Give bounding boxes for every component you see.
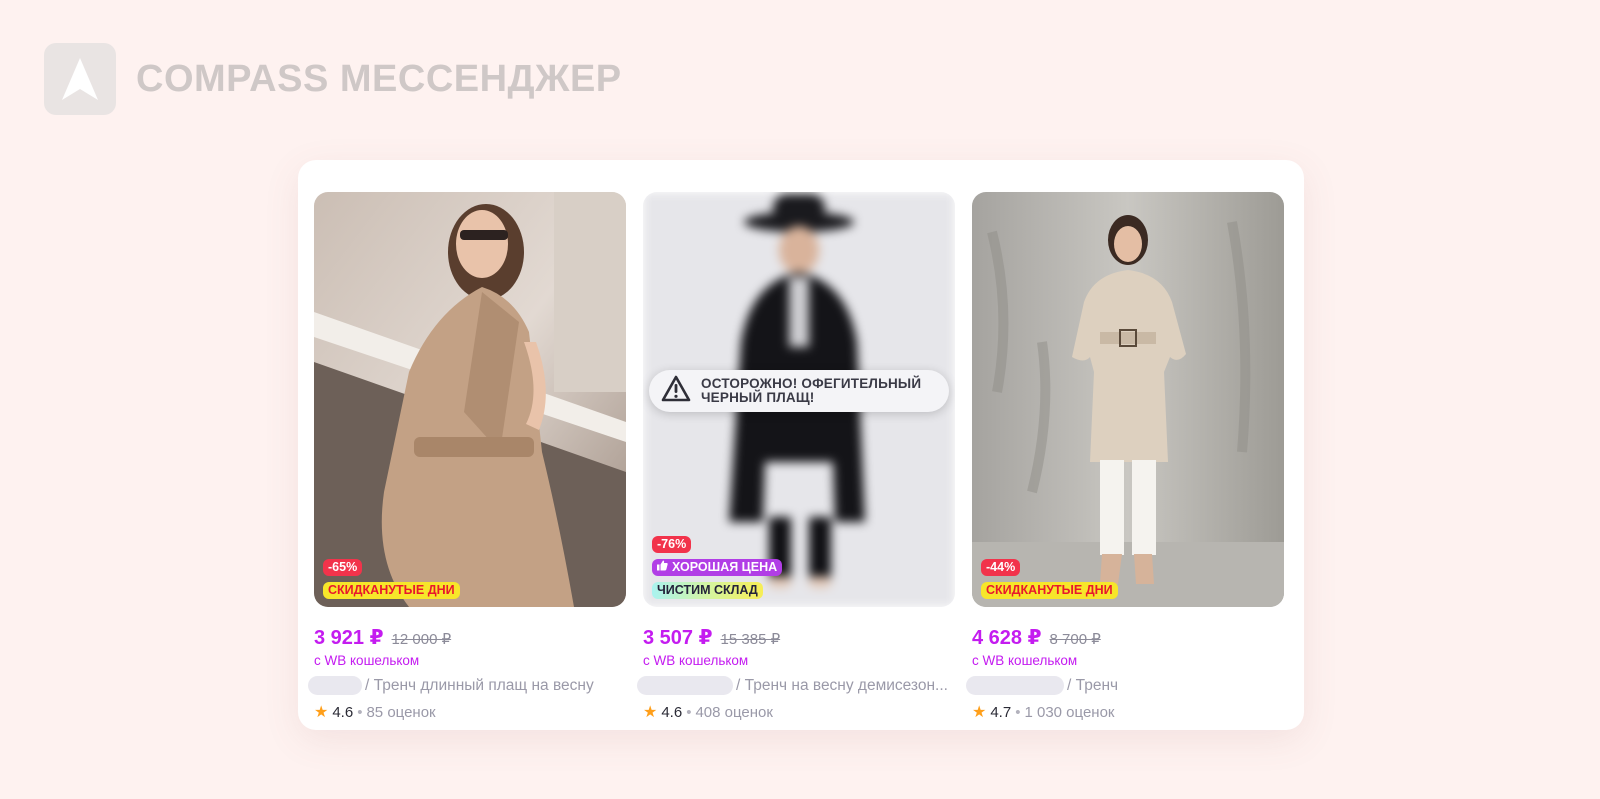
separator-dot: • <box>686 704 692 721</box>
warning-banner: ОСТОРОЖНО! ОФЕГИТЕЛЬНЫЙ ЧЕРНЫЙ ПЛАЩ! <box>649 370 949 412</box>
rating-value: 4.7 <box>990 704 1012 721</box>
review-count: 85 оценок <box>366 704 436 721</box>
product-title[interactable]: / Тренч длинный плащ на весну <box>308 676 626 695</box>
separator-dot: • <box>1015 704 1021 721</box>
compass-logo-icon <box>44 43 116 115</box>
product-photo[interactable]: -65% СКИДКАНУТЫЕ ДНИ <box>314 192 626 607</box>
good-price-badge: ХОРОШАЯ ЦЕНА <box>652 559 783 576</box>
price: 3 507 ₽ <box>643 627 713 649</box>
wallet-note: с WB кошельком <box>314 653 420 668</box>
review-count: 1 030 оценок <box>1024 704 1115 721</box>
promo-badge: СКИДКАНУТЫЕ ДНИ <box>323 582 460 599</box>
old-price: 15 385 ₽ <box>720 631 781 648</box>
product-title[interactable]: / Тренч <box>966 676 1284 695</box>
rating: ★ 4.6 • 408 оценок <box>643 704 955 721</box>
price: 4 628 ₽ <box>972 627 1042 649</box>
price: 3 921 ₽ <box>314 627 384 649</box>
warning-triangle-icon <box>661 375 691 407</box>
rating-value: 4.6 <box>661 704 683 721</box>
product-photo[interactable]: ОСТОРОЖНО! ОФЕГИТЕЛЬНЫЙ ЧЕРНЫЙ ПЛАЩ! -76… <box>643 192 955 607</box>
product-card-2[interactable]: ОСТОРОЖНО! ОФЕГИТЕЛЬНЫЙ ЧЕРНЫЙ ПЛАЩ! -76… <box>637 192 955 721</box>
brand-header: COMPASS МЕССЕНДЖЕР <box>44 43 622 115</box>
separator-dot: • <box>357 704 363 721</box>
warning-line-2: ЧЕРНЫЙ ПЛАЩ! <box>701 390 815 405</box>
old-price: 8 700 ₽ <box>1049 631 1101 648</box>
star-icon: ★ <box>972 703 987 721</box>
product-card-1[interactable]: -65% СКИДКАНУТЫЕ ДНИ 3 921 ₽ 12 000 ₽ с … <box>308 192 626 721</box>
product-title[interactable]: / Тренч на весну демисезон... <box>637 676 955 695</box>
discount-badge: -44% <box>981 559 1021 576</box>
brand-name-placeholder <box>308 676 362 695</box>
product-photo[interactable]: -44% СКИДКАНУТЫЕ ДНИ <box>972 192 1284 607</box>
product-carousel: -65% СКИДКАНУТЫЕ ДНИ 3 921 ₽ 12 000 ₽ с … <box>298 160 1304 730</box>
review-count: 408 оценок <box>695 704 773 721</box>
wallet-note: с WB кошельком <box>643 653 749 668</box>
star-icon: ★ <box>643 703 658 721</box>
rating: ★ 4.7 • 1 030 оценок <box>972 704 1284 721</box>
warning-line-1: ОСТОРОЖНО! ОФЕГИТЕЛЬНЫЙ <box>701 376 922 391</box>
good-price-label: ХОРОШАЯ ЦЕНА <box>672 560 778 574</box>
rating-value: 4.6 <box>332 704 354 721</box>
rating: ★ 4.6 • 85 оценок <box>314 704 626 721</box>
brand-title: COMPASS МЕССЕНДЖЕР <box>136 57 622 100</box>
star-icon: ★ <box>314 703 329 721</box>
old-price: 12 000 ₽ <box>391 631 452 648</box>
product-card-3[interactable]: -44% СКИДКАНУТЫЕ ДНИ 4 628 ₽ 8 700 ₽ с W… <box>966 192 1284 721</box>
discount-badge: -76% <box>652 536 692 553</box>
brand-name-placeholder <box>966 676 1064 695</box>
promo-badge: ЧИСТИМ СКЛАД <box>652 582 763 599</box>
product-title-text: / Тренч длинный плащ на весну <box>365 676 594 694</box>
product-title-text: / Тренч на весну демисезон... <box>736 676 948 694</box>
thumbs-up-icon <box>657 559 668 576</box>
discount-badge: -65% <box>323 559 363 576</box>
brand-name-placeholder <box>637 676 733 695</box>
promo-badge: СКИДКАНУТЫЕ ДНИ <box>981 582 1118 599</box>
wallet-note: с WB кошельком <box>972 653 1078 668</box>
product-title-text: / Тренч <box>1067 676 1119 694</box>
